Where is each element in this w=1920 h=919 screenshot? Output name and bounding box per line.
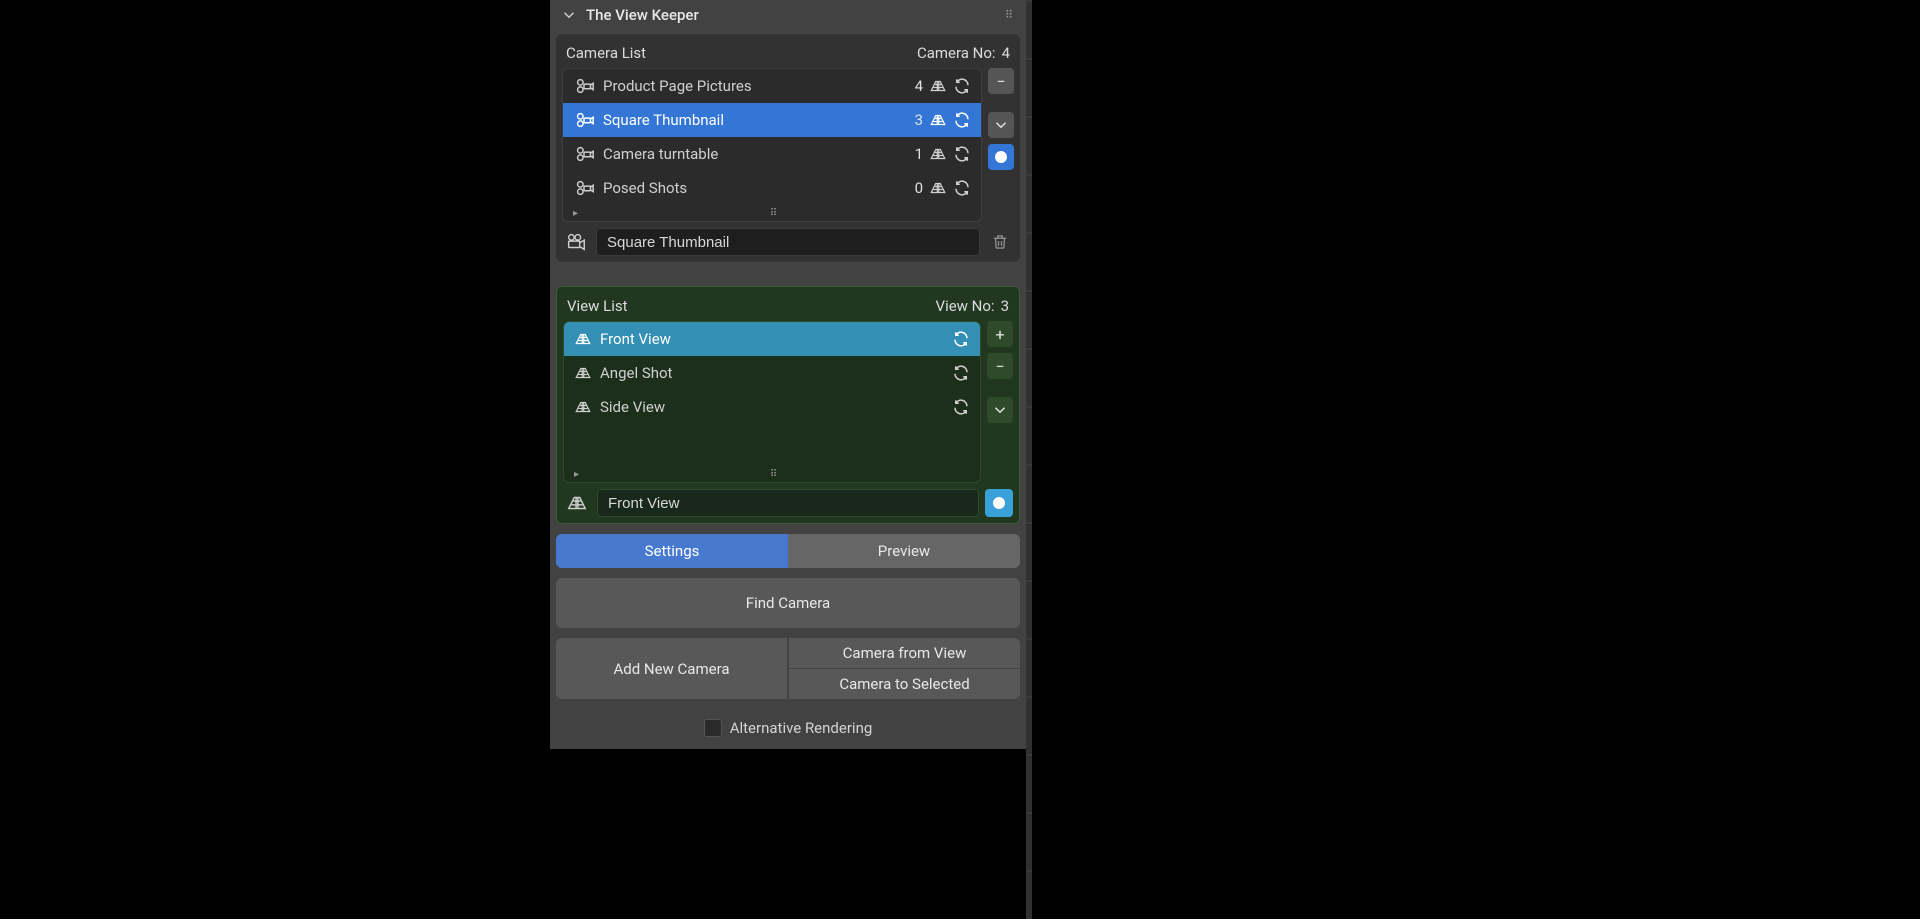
camera-row[interactable]: Square Thumbnail 3 — [563, 103, 981, 137]
refresh-icon[interactable] — [953, 111, 971, 129]
camera-list[interactable]: Product Page Pictures 4 Square Thumbnail… — [562, 68, 982, 222]
add-new-camera-button[interactable]: Add New Camera — [556, 638, 787, 699]
view-section: View List View No: 3 Front View — [556, 286, 1020, 524]
grid-icon — [574, 330, 592, 348]
camera-icon — [573, 177, 595, 199]
grid-icon — [574, 364, 592, 382]
camera-to-selected-button[interactable]: Camera to Selected — [789, 669, 1020, 699]
refresh-icon[interactable] — [952, 364, 970, 382]
alternative-rendering-label: Alternative Rendering — [730, 719, 873, 737]
camera-icon — [573, 109, 595, 131]
camera-menu-button[interactable] — [988, 112, 1014, 138]
camera-icon — [573, 143, 595, 165]
refresh-icon[interactable] — [952, 330, 970, 348]
view-name: Angel Shot — [600, 364, 672, 382]
remove-camera-button[interactable]: − — [988, 68, 1014, 94]
find-camera-button[interactable]: Find Camera — [556, 578, 1020, 628]
view-count-label: View No: — [936, 297, 995, 315]
view-name: Side View — [600, 398, 665, 416]
refresh-icon[interactable] — [953, 77, 971, 95]
camera-row-count: 4 — [915, 77, 923, 95]
camera-name: Square Thumbnail — [603, 111, 724, 129]
view-name-input[interactable] — [597, 489, 979, 517]
view-active-indicator[interactable] — [985, 489, 1013, 517]
camera-count-label: Camera No: — [917, 44, 996, 62]
camera-list-footer[interactable]: ▸ ⠿ — [563, 205, 981, 221]
view-name: Front View — [600, 330, 671, 348]
camera-name: Product Page Pictures — [603, 77, 752, 95]
movie-camera-icon — [562, 228, 590, 256]
refresh-icon[interactable] — [953, 145, 971, 163]
camera-icon — [573, 75, 595, 97]
grid-icon — [563, 489, 591, 517]
camera-name-input[interactable] — [596, 228, 980, 256]
view-row[interactable]: Front View — [564, 322, 980, 356]
camera-row[interactable]: Posed Shots 0 — [563, 171, 981, 205]
view-count: 3 — [1001, 297, 1009, 315]
view-list-heading: View List — [567, 297, 628, 315]
camera-name: Camera turntable — [603, 145, 718, 163]
camera-list-heading: Camera List — [566, 44, 646, 62]
camera-row-count: 3 — [915, 111, 923, 129]
add-view-button[interactable]: + — [987, 321, 1013, 347]
delete-camera-button[interactable] — [986, 228, 1014, 256]
grid-icon[interactable] — [929, 145, 947, 163]
refresh-icon[interactable] — [952, 398, 970, 416]
view-menu-button[interactable] — [987, 397, 1013, 423]
tab-settings[interactable]: Settings — [556, 534, 788, 568]
camera-row[interactable]: Camera turntable 1 — [563, 137, 981, 171]
right-ruler — [1026, 0, 1032, 919]
view-list[interactable]: Front View Angel Shot Si — [563, 321, 981, 483]
grid-icon — [574, 398, 592, 416]
camera-name: Posed Shots — [603, 179, 687, 197]
resize-grip-icon[interactable]: ⠿ — [770, 469, 779, 480]
drag-grip-icon[interactable]: ⠿ — [1005, 9, 1014, 22]
view-keeper-panel: The View Keeper ⠿ Camera List Camera No:… — [550, 0, 1026, 749]
resize-grip-icon[interactable]: ⠿ — [770, 208, 779, 219]
expand-icon[interactable]: ▸ — [574, 469, 579, 480]
expand-icon[interactable]: ▸ — [573, 208, 578, 219]
chevron-down-icon — [560, 6, 578, 24]
camera-row-count: 1 — [915, 145, 923, 163]
grid-icon[interactable] — [929, 111, 947, 129]
grid-icon[interactable] — [929, 179, 947, 197]
panel-header[interactable]: The View Keeper ⠿ — [550, 0, 1026, 30]
tabs: Settings Preview — [556, 534, 1020, 568]
remove-view-button[interactable]: − — [987, 353, 1013, 379]
view-row[interactable]: Side View — [564, 390, 980, 424]
alternative-rendering-checkbox[interactable] — [704, 719, 722, 737]
camera-section: Camera List Camera No: 4 Product Page Pi… — [556, 34, 1020, 262]
grid-icon[interactable] — [929, 77, 947, 95]
refresh-icon[interactable] — [953, 179, 971, 197]
tab-preview[interactable]: Preview — [788, 534, 1020, 568]
panel-title: The View Keeper — [586, 6, 699, 24]
camera-row[interactable]: Product Page Pictures 4 — [563, 69, 981, 103]
camera-row-count: 0 — [915, 179, 923, 197]
view-row[interactable]: Angel Shot — [564, 356, 980, 390]
camera-active-indicator[interactable] — [988, 144, 1014, 170]
view-list-footer[interactable]: ▸ ⠿ — [564, 466, 980, 482]
camera-from-view-button[interactable]: Camera from View — [789, 638, 1020, 668]
camera-action-grid: Add New Camera Camera from View Camera t… — [556, 638, 1020, 699]
alternative-rendering-row[interactable]: Alternative Rendering — [550, 719, 1026, 737]
camera-count: 4 — [1002, 44, 1010, 62]
